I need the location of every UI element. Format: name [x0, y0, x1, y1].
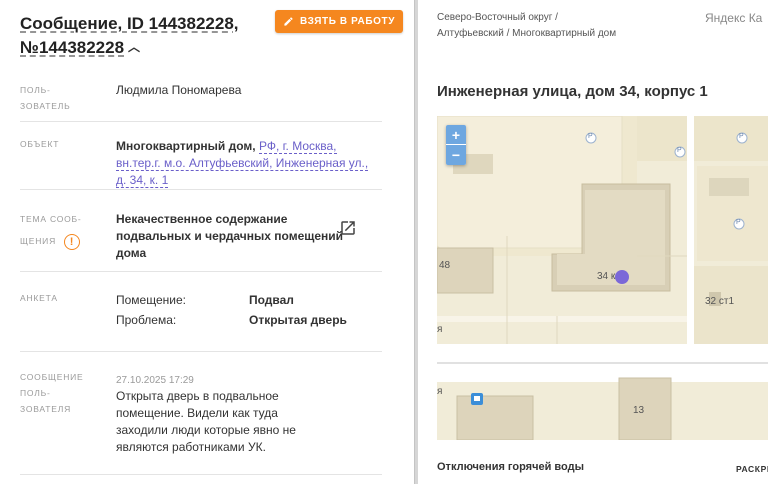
object-row: ОБЪЕКТ Многоквартирный дом, РФ, г. Москв… — [20, 136, 382, 188]
pencil-icon — [284, 17, 293, 26]
expand-button[interactable]: РАСКРЫ — [736, 464, 768, 474]
parking-icon: P — [677, 147, 682, 154]
zoom-controls: + − — [446, 125, 466, 165]
location-panel: Северо-Восточный округ / Алтуфьевский / … — [418, 0, 768, 484]
street-label-fragment: я — [437, 324, 443, 335]
object-type: Многоквартирный дом, — [116, 139, 256, 153]
message-panel: Сообщение, ID 144382228, №144382228 ︿ ВЗЯ… — [0, 0, 414, 484]
object-value: Многоквартирный дом, РФ, г. Москва, вн.т… — [116, 138, 376, 189]
divider — [20, 189, 382, 190]
yandex-link[interactable]: Яндекс Ка — [705, 11, 762, 25]
user-message-row: СООБЩЕНИЕ ПОЛЬ-ЗОВАТЕЛЯ 27.10.2025 17:29… — [20, 369, 382, 459]
building-label-34: 34 к — [597, 271, 616, 282]
topic-label: ТЕМА СООБ-ЩЕНИЯ! — [20, 208, 84, 252]
divider — [20, 271, 382, 272]
divider — [20, 121, 382, 122]
breadcrumb: Северо-Восточный округ / Алтуфьевский / … — [437, 12, 617, 39]
survey-row: АНКЕТА Помещение: Подвал Проблема: Откры… — [20, 290, 382, 332]
hot-water-outages-title: Отключения горячей воды — [437, 461, 584, 473]
user-value: Людмила Пономарева — [116, 83, 242, 97]
user-message-label: СООБЩЕНИЕ ПОЛЬ-ЗОВАТЕЛЯ — [20, 372, 84, 414]
divider — [20, 474, 382, 475]
zoom-in-button[interactable]: + — [446, 125, 466, 145]
topic-value: Некачественное содержание подвальных и ч… — [116, 212, 344, 260]
divider — [20, 351, 382, 352]
user-row: ПОЛЬ-ЗОВАТЕЛЬ Людмила Пономарева — [20, 80, 382, 112]
external-link-icon[interactable] — [339, 219, 357, 237]
parking-icon: P — [588, 133, 593, 140]
topic-row: ТЕМА СООБ-ЩЕНИЯ! Некачественное содержан… — [20, 206, 382, 260]
take-to-work-label: ВЗЯТЬ В РАБОТУ — [299, 16, 396, 27]
message-text: Открыта дверь в подвальное помещение. Ви… — [116, 389, 296, 454]
warning-icon: ! — [64, 233, 81, 250]
survey-label: АНКЕТА — [20, 293, 58, 303]
problem-label: Проблема: — [116, 313, 177, 327]
building-label-32: 32 ст1 — [705, 296, 735, 307]
user-label: ПОЛЬ-ЗОВАТЕЛЬ — [20, 85, 71, 111]
message-title[interactable]: Сообщение, ID 144382228, №144382228 ︿ — [20, 12, 260, 61]
problem-value: Открытая дверь — [249, 313, 347, 327]
street-label-fragment: я — [437, 386, 443, 397]
address-title: Инженерная улица, дом 34, корпус 1 — [437, 83, 708, 100]
parking-icon: P — [736, 219, 741, 226]
parking-icon: P — [739, 133, 744, 140]
premises-label: Помещение: — [116, 293, 186, 307]
premises-value: Подвал — [249, 293, 294, 307]
map[interactable]: + − 48 34 к 32 ст1 13 я я P P P P — [437, 116, 768, 440]
take-to-work-button[interactable]: ВЗЯТЬ В РАБОТУ — [275, 10, 403, 33]
chevron-up-icon[interactable]: ︿ — [128, 35, 140, 59]
object-label: ОБЪЕКТ — [20, 139, 60, 149]
building-label-13: 13 — [633, 405, 645, 416]
message-date: 27.10.2025 17:29 — [116, 375, 194, 386]
building-label-48: 48 — [439, 260, 451, 271]
zoom-out-button[interactable]: − — [446, 145, 466, 165]
